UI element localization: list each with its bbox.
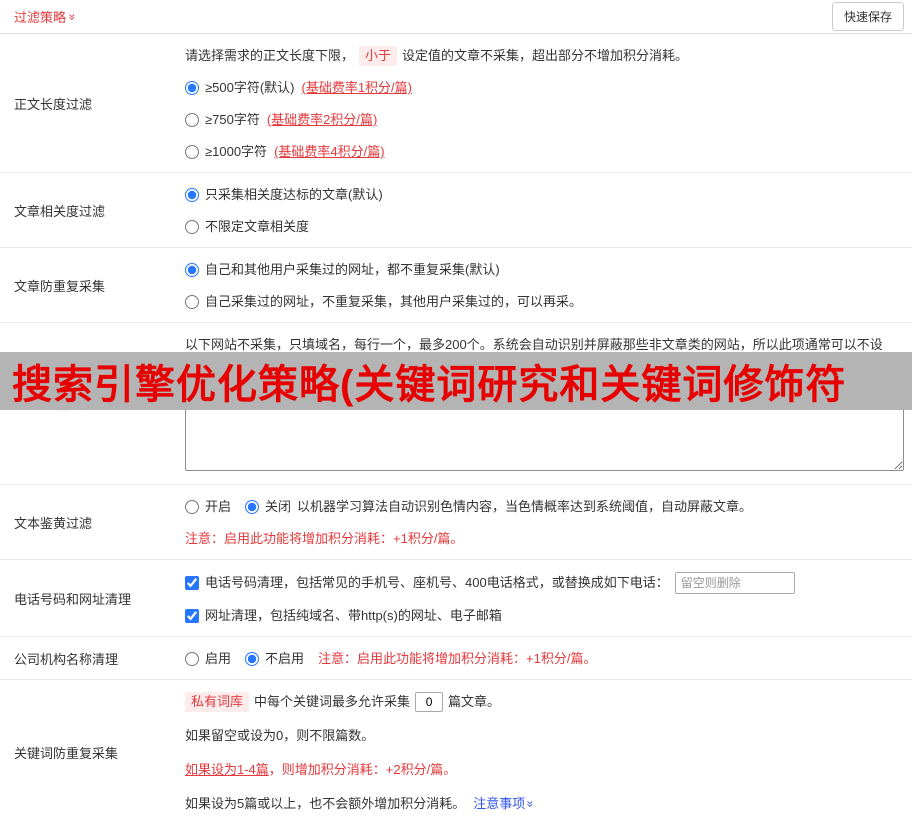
intro-pre: 请选择需求的正文长度下限， <box>185 48 355 63</box>
porn-filter-option-on[interactable]: 开启 <box>185 497 231 517</box>
row-phone-url-clean: 电话号码和网址清理 电话号码清理，包括常见的手机号、座机号、400电话格式，或替… <box>0 560 912 637</box>
line3-underline: 如果设为1-4篇 <box>185 762 269 777</box>
option-text: 网址清理，包括纯域名、带http(s)的网址、电子邮箱 <box>205 608 502 623</box>
row-content-length: 正文长度过滤 请选择需求的正文长度下限， 小于 设定值的文章不采集，超出部分不增… <box>0 34 912 173</box>
content-length-radio-500[interactable] <box>185 81 199 95</box>
dedup-option-self[interactable]: 自己采集过的网址，不重复采集，其他用户采集过的，可以再采。 <box>185 292 904 312</box>
company-clean-label: 公司机构名称清理 <box>14 651 119 667</box>
relevance-label: 文章相关度过滤 <box>14 203 106 219</box>
company-clean-options: 启用 不启用 注意：启用此功能将增加积分消耗：+1积分/篇。 <box>185 649 904 669</box>
page-header: 过滤策略 » 快速保存 <box>0 0 912 34</box>
private-lexicon-link[interactable]: 私有词库 <box>185 692 250 712</box>
relevance-option-strict[interactable]: 只采集相关度达标的文章(默认) <box>185 185 904 205</box>
url-clean-line: 网址清理，包括纯域名、带http(s)的网址、电子邮箱 <box>185 606 904 626</box>
company-clean-cost-note: 注意：启用此功能将增加积分消耗：+1积分/篇。 <box>318 651 597 666</box>
option-note: (基础费率1积分/篇) <box>301 80 412 95</box>
content-length-radio-750[interactable] <box>185 113 199 127</box>
option-text: 不启用 <box>265 651 305 666</box>
option-text: 启用 <box>205 651 232 666</box>
porn-filter-label: 文本鉴黄过滤 <box>14 515 93 531</box>
line1-mid: 中每个关键词最多允许采集 <box>254 694 411 709</box>
option-text: 自己和其他用户采集过的网址，都不重复采集(默认) <box>205 262 500 277</box>
relevance-radio-any[interactable] <box>185 220 199 234</box>
porn-filter-options: 开启 关闭 以机器学习算法自动识别色情内容，当色情概率达到系统阈值，自动屏蔽文章… <box>185 497 904 517</box>
content-length-radio-1000[interactable] <box>185 145 199 159</box>
replacement-phone-input[interactable] <box>674 572 795 594</box>
option-text: 关闭 <box>265 499 292 514</box>
content-length-option-750[interactable]: ≥750字符 (基础费率2积分/篇) <box>185 110 904 130</box>
filter-settings-page: 过滤策略 » 快速保存 正文长度过滤 请选择需求的正文长度下限， 小于 设定值的… <box>0 0 912 824</box>
notes-link-text: 注意事项 <box>473 796 526 811</box>
porn-filter-description: 以机器学习算法自动识别色情内容，当色情概率达到系统阈值，自动屏蔽文章。 <box>297 499 753 514</box>
line4-text: 如果设为5篇或以上，也不会额外增加积分消耗。 <box>185 796 466 811</box>
url-clean-option[interactable]: 网址清理，包括纯域名、带http(s)的网址、电子邮箱 <box>185 606 502 626</box>
phone-url-clean-content: 电话号码清理，包括常见的手机号、座机号、400电话格式，或替换成如下电话： 网址… <box>175 560 912 636</box>
relevance-radio-strict[interactable] <box>185 188 199 202</box>
filter-strategy-toggle[interactable]: 过滤策略 » <box>14 7 80 26</box>
option-text: ≥1000字符 <box>205 144 268 159</box>
page-title: 过滤策略 <box>14 10 67 25</box>
company-clean-option-on[interactable]: 启用 <box>185 649 231 669</box>
keyword-dedup-line1: 私有词库 中每个关键词最多允许采集 篇文章。 <box>185 692 904 712</box>
option-text: 只采集相关度达标的文章(默认) <box>205 187 383 202</box>
line3-rest: ，则增加积分消耗：+2积分/篇。 <box>268 762 457 777</box>
dedup-radio-self[interactable] <box>185 295 199 309</box>
content-length-intro: 请选择需求的正文长度下限， 小于 设定值的文章不采集，超出部分不增加积分消耗。 <box>185 46 904 66</box>
intro-highlight: 小于 <box>359 46 398 66</box>
phone-clean-line: 电话号码清理，包括常见的手机号、座机号、400电话格式，或替换成如下电话： <box>185 572 904 594</box>
option-text: 自己采集过的网址，不重复采集，其他用户采集过的，可以再采。 <box>205 294 583 309</box>
option-text: 开启 <box>205 499 232 514</box>
keyword-dedup-line4: 如果设为5篇或以上，也不会额外增加积分消耗。 注意事项 » <box>185 794 904 814</box>
porn-filter-radio-off[interactable] <box>245 500 260 514</box>
porn-filter-option-off[interactable]: 关闭 <box>245 497 291 517</box>
line1-end: 篇文章。 <box>448 694 501 709</box>
porn-filter-cost-note: 注意：启用此功能将增加积分消耗：+1积分/篇。 <box>185 531 464 546</box>
keyword-dedup-line3: 如果设为1-4篇 ，则增加积分消耗：+2积分/篇。 <box>185 760 904 780</box>
option-text: 电话号码清理，包括常见的手机号、座机号、400电话格式，或替换成如下电话： <box>205 575 669 590</box>
company-clean-option-off[interactable]: 不启用 <box>245 649 304 669</box>
dedup-content: 自己和其他用户采集过的网址，都不重复采集(默认) 自己采集过的网址，不重复采集，… <box>175 248 912 322</box>
keyword-dedup-content: 私有词库 中每个关键词最多允许采集 篇文章。 如果留空或设为0，则不限篇数。 如… <box>175 680 912 824</box>
content-length-option-1000[interactable]: ≥1000字符 (基础费率4积分/篇) <box>185 142 904 162</box>
content-length-content: 请选择需求的正文长度下限， 小于 设定值的文章不采集，超出部分不增加积分消耗。 … <box>175 34 912 172</box>
quick-save-button[interactable]: 快速保存 <box>831 2 904 31</box>
dedup-option-global[interactable]: 自己和其他用户采集过的网址，都不重复采集(默认) <box>185 260 904 280</box>
content-length-option-500[interactable]: ≥500字符(默认) (基础费率1积分/篇) <box>185 78 904 98</box>
dedup-radio-global[interactable] <box>185 263 199 277</box>
company-clean-radio-on[interactable] <box>185 652 199 666</box>
row-keyword-dedup: 关键词防重复采集 私有词库 中每个关键词最多允许采集 篇文章。 如果留空或设为0… <box>0 680 912 824</box>
option-text: ≥750字符 <box>205 112 260 127</box>
url-clean-checkbox[interactable] <box>185 609 199 623</box>
max-articles-input[interactable] <box>415 692 444 712</box>
company-clean-content: 启用 不启用 注意：启用此功能将增加积分消耗：+1积分/篇。 <box>175 637 912 679</box>
porn-filter-radio-on[interactable] <box>185 500 199 514</box>
row-relevance: 文章相关度过滤 只采集相关度达标的文章(默认) 不限定文章相关度 <box>0 173 912 248</box>
watermark-overlay: 搜索引擎优化策略(关键词研究和关键词修饰符 <box>0 352 912 410</box>
row-dedup: 文章防重复采集 自己和其他用户采集过的网址，都不重复采集(默认) 自己采集过的网… <box>0 248 912 323</box>
phone-url-clean-label: 电话号码和网址清理 <box>14 591 132 607</box>
chevron-down-icon: » <box>523 800 538 808</box>
keyword-dedup-label: 关键词防重复采集 <box>14 745 119 761</box>
option-note: (基础费率2积分/篇) <box>266 112 378 127</box>
keyword-dedup-line2: 如果留空或设为0，则不限篇数。 <box>185 728 375 743</box>
company-clean-radio-off[interactable] <box>245 652 260 666</box>
notes-link[interactable]: 注意事项 » <box>473 794 538 814</box>
relevance-option-any[interactable]: 不限定文章相关度 <box>185 217 904 237</box>
relevance-content: 只采集相关度达标的文章(默认) 不限定文章相关度 <box>175 173 912 247</box>
option-text: ≥500字符(默认) <box>205 80 295 95</box>
phone-clean-option[interactable]: 电话号码清理，包括常见的手机号、座机号、400电话格式，或替换成如下电话： <box>185 573 669 593</box>
content-length-label: 正文长度过滤 <box>14 96 93 112</box>
watermark-text: 搜索引擎优化策略(关键词研究和关键词修饰符 <box>12 363 847 407</box>
dedup-label: 文章防重复采集 <box>14 278 106 294</box>
option-text: 不限定文章相关度 <box>205 219 310 234</box>
intro-post: 设定值的文章不采集，超出部分不增加积分消耗。 <box>402 48 689 63</box>
option-note: (基础费率4积分/篇) <box>274 144 385 159</box>
phone-clean-checkbox[interactable] <box>185 576 199 590</box>
chevron-down-icon: » <box>65 13 80 20</box>
porn-filter-content: 开启 关闭 以机器学习算法自动识别色情内容，当色情概率达到系统阈值，自动屏蔽文章… <box>175 485 912 559</box>
row-porn-filter: 文本鉴黄过滤 开启 关闭 以机器学习算法自动识别色情内容，当色情概率达到系统阈值… <box>0 485 912 560</box>
row-company-clean: 公司机构名称清理 启用 不启用 注意：启用此功能将增加积分消耗：+1积分/篇。 <box>0 637 912 680</box>
